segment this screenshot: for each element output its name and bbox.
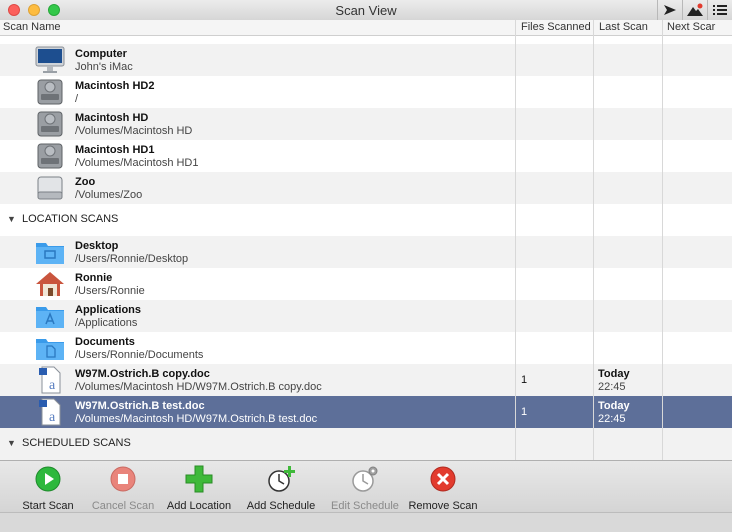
scan-path: /Volumes/Macintosh HD/W97M.Ostrich.B cop…: [75, 381, 322, 393]
files-scanned-value: 1: [521, 374, 528, 386]
scan-path: /Volumes/Zoo: [75, 189, 143, 201]
imac-icon: [35, 46, 65, 73]
plus-icon: [185, 465, 213, 493]
scan-name: Applications: [75, 304, 142, 316]
list-item[interactable]: Ronnie /Users/Ronnie: [0, 268, 732, 300]
clock-add-icon: [268, 466, 295, 492]
documents-folder-icon: [36, 339, 64, 360]
list-item[interactable]: Macintosh HD1 /Volumes/Macintosh HD1: [0, 140, 732, 172]
list-item[interactable]: Macintosh HD2 /: [0, 76, 732, 108]
list-item[interactable]: Zoo /Volumes/Zoo: [0, 172, 732, 204]
column-files-scanned[interactable]: Files Scanned: [521, 21, 591, 33]
last-scan-day: Today: [598, 368, 630, 380]
remove-x-icon: [430, 466, 456, 492]
scan-path: /Users/Ronnie/Documents: [75, 349, 204, 361]
remove-scan-label: Remove Scan: [408, 500, 478, 512]
title-bar: Scan View: [0, 0, 732, 21]
mountain-alert-icon: [687, 3, 703, 16]
play-icon: [35, 466, 61, 492]
svg-text:a: a: [49, 378, 56, 393]
titlebar-buttons: [657, 0, 732, 20]
scan-path: /Applications: [75, 317, 138, 329]
section-label: SCHEDULED SCANS: [22, 437, 131, 449]
scan-path: /: [75, 93, 79, 105]
column-divider: [515, 20, 516, 460]
scan-list[interactable]: Computer John's iMac Macintosh HD2 / Mac…: [0, 36, 732, 460]
column-scan-name[interactable]: Scan Name: [3, 21, 60, 33]
bottom-toolbar: Start Scan Cancel Scan Add Location Add …: [0, 460, 732, 513]
desktop-folder-icon: [36, 243, 64, 264]
alerts-button[interactable]: [682, 0, 707, 20]
window-title: Scan View: [335, 3, 397, 18]
list-icon: [713, 5, 727, 15]
column-last-scan[interactable]: Last Scan: [599, 21, 648, 33]
scan-name: Zoo: [75, 176, 96, 188]
external-drive-icon: [37, 176, 63, 200]
list-item[interactable]: Documents /Users/Ronnie/Documents: [0, 332, 732, 364]
stop-icon: [110, 466, 136, 492]
play-arrow-icon: [664, 5, 676, 15]
hard-drive-icon: [37, 111, 63, 137]
scan-name: Ronnie: [75, 272, 113, 284]
scan-path: /Volumes/Macintosh HD/W97M.Ostrich.B tes…: [75, 413, 318, 425]
hard-drive-icon: [37, 79, 63, 105]
scan-name: W97M.Ostrich.B copy.doc: [75, 368, 210, 380]
column-divider: [593, 20, 594, 460]
scan-name: Macintosh HD: [75, 112, 149, 124]
cancel-scan-button[interactable]: Cancel Scan: [88, 465, 158, 512]
column-next-scan[interactable]: Next Scar: [667, 21, 715, 33]
start-scan-label: Start Scan: [22, 500, 74, 512]
hard-drive-icon: [37, 143, 63, 169]
add-location-label: Add Location: [166, 500, 232, 512]
list-item-selected[interactable]: a W97M.Ostrich.B test.doc /Volumes/Macin…: [0, 396, 732, 428]
section-label: LOCATION SCANS: [22, 213, 119, 225]
document-file-icon: a: [39, 366, 61, 394]
column-divider: [662, 20, 663, 460]
applications-folder-icon: [36, 307, 64, 328]
list-item[interactable]: a W97M.Ostrich.B copy.doc /Volumes/Macin…: [0, 364, 732, 396]
scan-path: /Volumes/Macintosh HD1: [75, 157, 199, 169]
add-schedule-button[interactable]: Add Schedule: [244, 465, 318, 512]
last-scan-time: 22:45: [598, 413, 626, 425]
list-item[interactable]: Macintosh HD /Volumes/Macintosh HD: [0, 108, 732, 140]
home-folder-icon: [36, 272, 64, 296]
start-scan-button[interactable]: Start Scan: [18, 465, 78, 512]
arrow-button[interactable]: [657, 0, 682, 20]
remove-scan-button[interactable]: Remove Scan: [406, 465, 480, 512]
scan-path: /Users/Ronnie: [75, 285, 145, 297]
add-location-button[interactable]: Add Location: [163, 465, 235, 512]
edit-schedule-label: Edit Schedule: [331, 500, 399, 512]
scan-name: W97M.Ostrich.B test.doc: [75, 400, 205, 412]
scan-path: /Volumes/Macintosh HD: [75, 125, 193, 137]
scan-name: Documents: [75, 336, 135, 348]
disclosure-triangle-icon[interactable]: ▼: [7, 214, 16, 224]
edit-schedule-button[interactable]: Edit Schedule: [328, 465, 402, 512]
last-scan-time: 22:45: [598, 381, 626, 393]
add-schedule-label: Add Schedule: [246, 500, 316, 512]
scan-path: /Users/Ronnie/Desktop: [75, 253, 189, 265]
list-item[interactable]: Applications /Applications: [0, 300, 732, 332]
location-scans-section[interactable]: ▼ LOCATION SCANS: [0, 204, 732, 236]
document-file-icon: a: [39, 398, 61, 426]
last-scan-day: Today: [598, 400, 630, 412]
cancel-scan-label: Cancel Scan: [91, 500, 155, 512]
scan-name: Desktop: [75, 240, 119, 252]
clock-gear-icon: [352, 466, 378, 492]
list-item[interactable]: Desktop /Users/Ronnie/Desktop: [0, 236, 732, 268]
list-item[interactable]: Computer John's iMac: [0, 44, 732, 76]
scan-view-window: Scan View Scan Name Files Scanned Last S…: [0, 0, 732, 532]
scheduled-scans-section[interactable]: ▼ SCHEDULED SCANS: [0, 428, 732, 460]
scan-name: Computer: [75, 48, 127, 60]
scan-name: Macintosh HD1: [75, 144, 155, 156]
files-scanned-value: 1: [521, 406, 528, 418]
status-bar: [0, 512, 732, 532]
column-header: Scan Name Files Scanned Last Scan Next S…: [0, 20, 732, 36]
scan-name: Macintosh HD2: [75, 80, 155, 92]
svg-text:a: a: [49, 410, 56, 425]
scan-path: John's iMac: [75, 61, 133, 73]
list-view-button[interactable]: [707, 0, 732, 20]
disclosure-triangle-icon[interactable]: ▼: [7, 438, 16, 448]
